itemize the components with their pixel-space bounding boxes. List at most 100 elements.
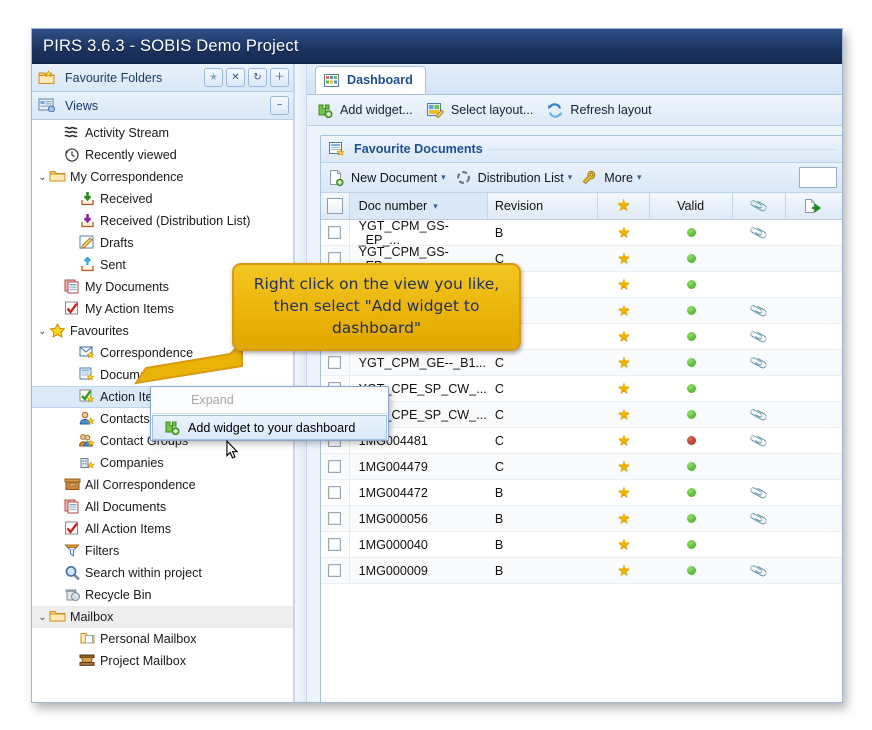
sidebar-item-companies[interactable]: Companies — [32, 452, 293, 474]
star-icon[interactable]: ★ — [617, 251, 630, 266]
sidebar-item-filters[interactable]: Filters — [32, 540, 293, 562]
attachment-cell[interactable] — [733, 272, 786, 297]
favourite-header[interactable]: ★ — [598, 193, 649, 219]
star-icon[interactable]: ★ — [617, 381, 630, 396]
row-checkbox-cell[interactable] — [321, 350, 350, 375]
sidebar-item-received-distribution-list[interactable]: Received (Distribution List) — [32, 210, 293, 232]
row-checkbox[interactable] — [328, 486, 341, 499]
favourite-cell[interactable]: ★ — [598, 454, 649, 479]
views-header[interactable]: Views − — [32, 92, 293, 120]
sidebar-item-personal-mailbox[interactable]: Personal Mailbox — [32, 628, 293, 650]
row-checkbox-cell[interactable] — [321, 454, 350, 479]
row-checkbox-cell[interactable] — [321, 480, 350, 505]
sidebar-item-all-correspondence[interactable]: All Correspondence — [32, 474, 293, 496]
revision-header[interactable]: Revision — [488, 193, 599, 219]
sidebar-item-my-correspondence[interactable]: ⌄My Correspondence — [32, 166, 293, 188]
star-icon[interactable]: ★ — [617, 511, 630, 526]
sidebar-item-drafts[interactable]: Drafts — [32, 232, 293, 254]
more-button[interactable]: More ▾ — [582, 170, 641, 185]
favourite-cell[interactable]: ★ — [598, 272, 649, 297]
sidebar-item-search-within-project[interactable]: Search within project — [32, 562, 293, 584]
attachment-cell[interactable] — [733, 376, 786, 401]
paperclip-icon[interactable]: 📎 — [749, 300, 770, 321]
row-checkbox[interactable] — [328, 564, 341, 577]
row-checkbox-cell[interactable] — [321, 506, 350, 531]
star-button[interactable]: ★ — [204, 68, 223, 87]
favourite-cell[interactable]: ★ — [598, 350, 649, 375]
sidebar-item-all-documents[interactable]: All Documents — [32, 496, 293, 518]
favourite-cell[interactable]: ★ — [598, 324, 649, 349]
row-checkbox[interactable] — [328, 226, 341, 239]
sidebar-item-received[interactable]: Received — [32, 188, 293, 210]
export-header[interactable] — [786, 193, 842, 219]
table-row[interactable]: YGT_CPM_GS-_EP_...B★📎 — [321, 220, 842, 246]
favourite-cell[interactable]: ★ — [598, 558, 649, 583]
star-icon[interactable]: ★ — [617, 225, 630, 240]
paperclip-icon[interactable]: 📎 — [749, 352, 770, 373]
collapse-views-button[interactable]: − — [270, 96, 289, 115]
row-checkbox-cell[interactable] — [321, 532, 350, 557]
add-button[interactable]: ＋ — [270, 68, 289, 87]
table-row[interactable]: 1MG000040B★ — [321, 532, 842, 558]
close-button[interactable]: ✕ — [226, 68, 245, 87]
select-all-cell[interactable] — [321, 193, 350, 219]
favourite-cell[interactable]: ★ — [598, 506, 649, 531]
attachment-cell[interactable]: 📎 — [733, 350, 786, 375]
table-row[interactable]: 1MG004479C★ — [321, 454, 842, 480]
paperclip-icon[interactable]: 📎 — [749, 430, 770, 451]
favourite-folders-header[interactable]: Favourite Folders ★ ✕ ↻ ＋ — [32, 64, 293, 92]
attachment-cell[interactable]: 📎 — [733, 506, 786, 531]
new-document-caret-icon[interactable]: ▾ — [441, 172, 446, 183]
row-checkbox[interactable] — [328, 512, 341, 525]
attachment-cell[interactable]: 📎 — [733, 480, 786, 505]
paperclip-icon[interactable]: 📎 — [749, 222, 770, 243]
context-menu-item-expand[interactable]: Expand — [151, 387, 388, 412]
tab-dashboard[interactable]: Dashboard — [315, 66, 426, 94]
favourite-cell[interactable]: ★ — [598, 480, 649, 505]
table-row[interactable]: 1MG000009B★📎 — [321, 558, 842, 584]
distribution-list-caret-icon[interactable]: ▾ — [568, 172, 573, 183]
row-checkbox-cell[interactable] — [321, 220, 350, 245]
table-row[interactable]: YGT_CPM_GE--_B1...C★📎 — [321, 350, 842, 376]
row-checkbox[interactable] — [328, 356, 341, 369]
search-input[interactable] — [799, 167, 837, 188]
distribution-list-button[interactable]: Distribution List ▾ — [456, 170, 573, 185]
attachment-cell[interactable] — [733, 454, 786, 479]
attachment-cell[interactable]: 📎 — [733, 324, 786, 349]
sidebar-item-all-action-items[interactable]: All Action Items — [32, 518, 293, 540]
attachment-cell[interactable]: 📎 — [733, 298, 786, 323]
sort-desc-icon[interactable]: ▾ — [433, 201, 438, 212]
star-icon[interactable]: ★ — [617, 537, 630, 552]
star-icon[interactable]: ★ — [617, 433, 630, 448]
chevron-down-icon[interactable]: ⌄ — [36, 612, 49, 623]
star-icon[interactable]: ★ — [617, 277, 630, 292]
table-row[interactable]: YGT_CPE_SP_CW_...C★📎 — [321, 402, 842, 428]
select-all-checkbox[interactable] — [327, 198, 343, 214]
chevron-down-icon[interactable]: ⌄ — [36, 326, 49, 337]
attachment-cell[interactable] — [733, 246, 786, 271]
favourite-cell[interactable]: ★ — [598, 402, 649, 427]
favourite-cell[interactable]: ★ — [598, 220, 649, 245]
star-icon[interactable]: ★ — [617, 485, 630, 500]
favourite-cell[interactable]: ★ — [598, 376, 649, 401]
star-icon[interactable]: ★ — [617, 329, 630, 344]
table-row[interactable]: 1MG004481C★📎 — [321, 428, 842, 454]
table-row[interactable]: 1MG004472B★📎 — [321, 480, 842, 506]
favourite-cell[interactable]: ★ — [598, 298, 649, 323]
doc-number-header[interactable]: Doc number ▾ — [350, 193, 488, 219]
paperclip-icon[interactable]: 📎 — [749, 326, 770, 347]
attachment-cell[interactable]: 📎 — [733, 558, 786, 583]
add-widget-button[interactable]: Add widget... — [316, 103, 413, 118]
sidebar-item-recycle-bin[interactable]: Recycle Bin — [32, 584, 293, 606]
paperclip-icon[interactable]: 📎 — [749, 482, 770, 503]
paperclip-icon[interactable]: 📎 — [749, 508, 770, 529]
favourite-cell[interactable]: ★ — [598, 532, 649, 557]
new-document-button[interactable]: New Document ▾ — [329, 170, 446, 186]
favourite-cell[interactable]: ★ — [598, 246, 649, 271]
row-checkbox[interactable] — [328, 460, 341, 473]
sidebar-item-activity-stream[interactable]: Activity Stream — [32, 122, 293, 144]
sidebar-item-recently-viewed[interactable]: Recently viewed — [32, 144, 293, 166]
attachment-cell[interactable]: 📎 — [733, 220, 786, 245]
sidebar-item-project-mailbox[interactable]: Project Mailbox — [32, 650, 293, 672]
star-icon[interactable]: ★ — [617, 563, 630, 578]
